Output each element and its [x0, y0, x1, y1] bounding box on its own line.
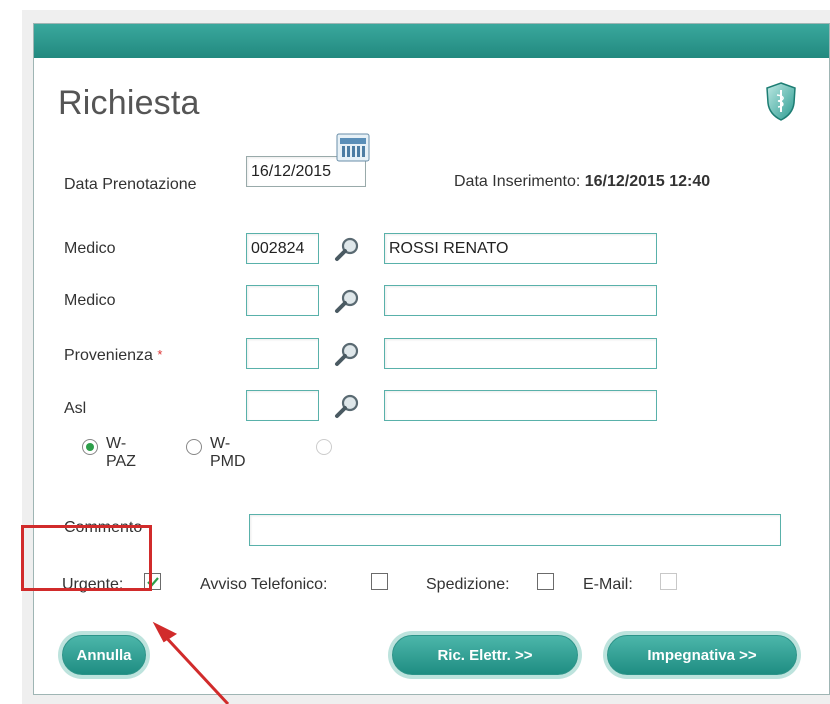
avviso-telefonico-label: Avviso Telefonico:: [200, 576, 328, 593]
data-inserimento-label: Data Inserimento:: [454, 173, 581, 190]
medico-name-input-2[interactable]: [384, 285, 657, 316]
asl-name-input[interactable]: [384, 390, 657, 421]
radio-w-pmd[interactable]: [186, 439, 202, 455]
radio-disabled: [316, 439, 332, 455]
header-bar: [34, 24, 829, 58]
asl-code-input[interactable]: [246, 390, 319, 421]
magnifier-icon[interactable]: [334, 341, 360, 367]
medico-code-input-2[interactable]: [246, 285, 319, 316]
provenienza-name-input[interactable]: [384, 338, 657, 369]
provenienza-code-input[interactable]: [246, 338, 319, 369]
ric-elettr-button[interactable]: Ric. Elettr. >>: [392, 635, 578, 675]
data-prenotazione-label: Data Prenotazione: [64, 176, 197, 193]
provenienza-label: Provenienza *: [64, 347, 162, 365]
shield-logo-icon: [766, 82, 796, 121]
medico-code-input-1[interactable]: 002824: [246, 233, 319, 264]
magnifier-icon[interactable]: [334, 393, 360, 419]
data-inserimento: Data Inserimento: 16/12/2015 12:40: [454, 173, 710, 191]
page-title: Richiesta: [58, 84, 200, 122]
radio-w-paz[interactable]: [82, 439, 98, 455]
email-label: E-Mail:: [583, 576, 633, 593]
asl-label: Asl: [64, 400, 87, 417]
magnifier-icon[interactable]: [334, 288, 360, 314]
magnifier-icon[interactable]: [334, 236, 360, 262]
medico-label-1: Medico: [64, 240, 116, 257]
impegnativa-button[interactable]: Impegnativa >>: [607, 635, 797, 675]
medico-label-2: Medico: [64, 292, 116, 309]
highlight-box: [21, 525, 152, 591]
data-inserimento-value: 16/12/2015 12:40: [584, 173, 711, 190]
provenienza-label-text: Provenienza: [64, 347, 153, 364]
calendar-icon[interactable]: [336, 133, 370, 162]
avviso-telefonico-checkbox[interactable]: [371, 573, 388, 590]
spedizione-label: Spedizione:: [426, 576, 510, 593]
required-marker: *: [157, 347, 163, 362]
medico-name-input-1[interactable]: ROSSI RENATO: [384, 233, 657, 264]
spedizione-checkbox[interactable]: [537, 573, 554, 590]
radio-w-pmd-label: W-PMD: [210, 435, 246, 470]
radio-w-paz-label: W-PAZ: [106, 435, 136, 470]
email-checkbox: [660, 573, 677, 590]
annulla-button[interactable]: Annulla: [62, 635, 146, 675]
commento-input[interactable]: [249, 514, 781, 546]
